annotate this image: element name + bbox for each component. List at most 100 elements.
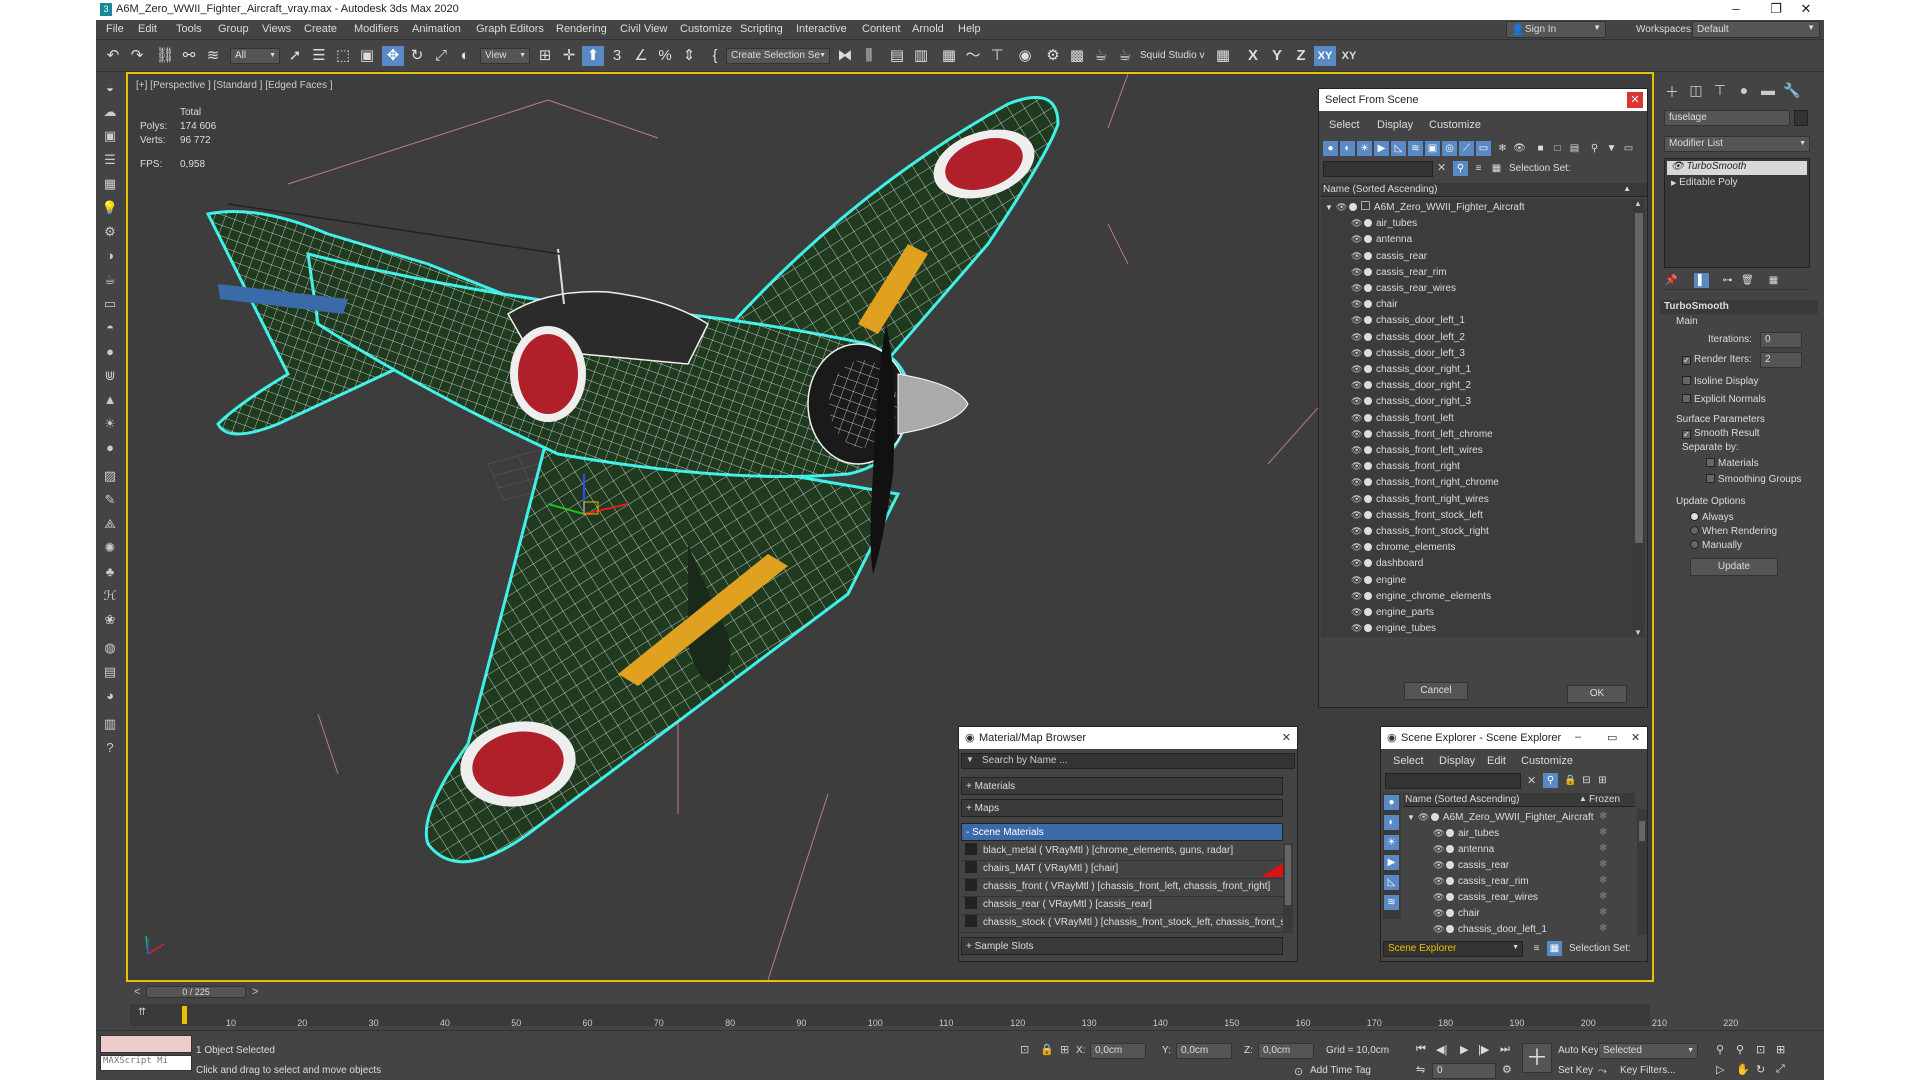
se-camera-icon[interactable]: ▶: [1384, 855, 1399, 870]
expand-icon[interactable]: ▶: [1671, 180, 1676, 187]
se-menu-display[interactable]: Display: [1439, 755, 1475, 767]
material-item[interactable]: black_metal ( VRayMtl ) [chrome_elements…: [961, 843, 1283, 861]
triangle-icon[interactable]: ⟁: [100, 514, 120, 534]
se-menu-customize[interactable]: Customize: [1521, 755, 1573, 767]
eye-icon[interactable]: 👁: [1351, 329, 1362, 345]
proxy-icon[interactable]: ▤: [100, 662, 120, 682]
list-item[interactable]: 👁 engine_tubes: [1321, 620, 1436, 636]
frozen-icon[interactable]: ❄: [1599, 921, 1607, 935]
render-setup-icon[interactable]: ⚙: [1042, 46, 1064, 66]
eye-icon[interactable]: 👁: [1351, 458, 1362, 474]
object-name-field[interactable]: fuselage: [1664, 110, 1790, 126]
se-find-input[interactable]: [1385, 773, 1521, 789]
light-filter-icon[interactable]: ☀: [1357, 141, 1372, 156]
maximize-viewport-icon[interactable]: ⤢: [1776, 1063, 1785, 1076]
eye-icon[interactable]: 👁: [1433, 921, 1444, 935]
render-iters-spinner[interactable]: 2: [1760, 352, 1802, 368]
search-input[interactable]: ▼ Search by Name ...: [961, 753, 1295, 769]
se-spacewarp-icon[interactable]: ≋: [1384, 895, 1399, 910]
menu-select[interactable]: Select: [1329, 119, 1360, 131]
settings-icon[interactable]: ⚙: [100, 222, 120, 242]
material-item[interactable]: chairs_MAT ( VRayMtl ) [chair]: [961, 861, 1283, 879]
always-radio[interactable]: Always: [1690, 512, 1734, 523]
frozen-icon[interactable]: ❄: [1599, 809, 1607, 825]
eye-icon[interactable]: 👁: [1418, 809, 1429, 825]
list-icon[interactable]: ☰: [100, 150, 120, 170]
se-selection-set-icon[interactable]: ▦: [1547, 941, 1562, 956]
make-unique-icon[interactable]: ⊶: [1720, 273, 1735, 288]
squid-studio-label[interactable]: Squid Studio v: [1140, 50, 1205, 61]
se-filter-icon[interactable]: ⚲: [1543, 773, 1558, 788]
prev-key-icon[interactable]: ◀|: [1436, 1043, 1447, 1056]
menu-customize[interactable]: Customize: [680, 23, 732, 35]
list-item[interactable]: 👁 chassis_door_right_2: [1321, 377, 1471, 393]
schematic-view-icon[interactable]: ⊤: [986, 46, 1008, 66]
list-item[interactable]: 👁 antenna: [1321, 231, 1412, 247]
help-icon[interactable]: ?: [100, 738, 120, 758]
dome-icon[interactable]: ◓: [100, 318, 120, 338]
plane-icon[interactable]: ▭: [100, 294, 120, 314]
clear-icon[interactable]: ✕: [1437, 161, 1446, 174]
auto-key-button[interactable]: Auto Key: [1558, 1045, 1599, 1056]
eye-icon[interactable]: 👁: [1433, 857, 1444, 873]
smoothing-groups-checkbox[interactable]: Smoothing Groups: [1706, 474, 1801, 485]
select-none-icon[interactable]: □: [1550, 141, 1565, 156]
tree-root-row[interactable]: ▼ 👁 A6M_Zero_WWII_Fighter_Aircraft: [1321, 199, 1525, 215]
frozen-icon[interactable]: ❄: [1599, 841, 1607, 857]
object-color-swatch[interactable]: [1794, 110, 1808, 126]
eye-icon[interactable]: 👁: [1351, 377, 1362, 393]
maxscript-listener[interactable]: [100, 1035, 192, 1053]
container-filter-icon[interactable]: ▭: [1476, 141, 1491, 156]
section-maps[interactable]: + Maps: [961, 799, 1283, 817]
snaps-toggle-icon[interactable]: 3: [606, 46, 628, 66]
hierarchy-tab-icon[interactable]: ⊤: [1710, 82, 1730, 102]
selection-set-icon[interactable]: ▦: [1489, 161, 1504, 176]
keyboard-shortcut-icon[interactable]: ⬆: [582, 46, 604, 66]
menu-rendering[interactable]: Rendering: [556, 23, 607, 35]
close-icon[interactable]: ✕: [1282, 731, 1291, 744]
ok-button[interactable]: OK: [1567, 685, 1627, 703]
eye-icon[interactable]: 👁: [1433, 889, 1444, 905]
se-light-icon[interactable]: ☀: [1384, 835, 1399, 850]
camera-filter-icon[interactable]: ▶: [1374, 141, 1389, 156]
se-hierarchy-icon[interactable]: ⊟: [1579, 773, 1594, 788]
eye-icon[interactable]: 👁: [1351, 410, 1362, 426]
menu-edit[interactable]: Edit: [138, 23, 157, 35]
list-item[interactable]: 👁 chassis_door_left_1: [1321, 312, 1465, 328]
list-item[interactable]: 👁 chassis_door_left_2: [1321, 329, 1465, 345]
eye-icon[interactable]: 👁: [1433, 825, 1444, 841]
eye-icon[interactable]: 👁: [1351, 345, 1362, 361]
motion-tab-icon[interactable]: ●: [1734, 82, 1754, 102]
eye-icon[interactable]: 👁: [1351, 280, 1362, 296]
expand-icon[interactable]: ▼: [1325, 203, 1333, 212]
eye-icon[interactable]: 👁: [1433, 905, 1444, 921]
eye-icon[interactable]: 👁: [1671, 161, 1684, 172]
when-rendering-radio[interactable]: When Rendering: [1690, 526, 1777, 537]
eye-icon[interactable]: 👁: [1351, 555, 1362, 571]
eye-icon[interactable]: 👁: [1351, 491, 1362, 507]
pivot-center-icon[interactable]: ⊞: [534, 46, 556, 66]
maxscript-input[interactable]: MAXScript Mi: [100, 1055, 192, 1071]
xref-filter-icon[interactable]: ◎: [1442, 141, 1457, 156]
eye-icon[interactable]: 👁: [1351, 312, 1362, 328]
close-icon[interactable]: ✕: [1631, 731, 1640, 744]
material-item[interactable]: chassis_front ( VRayMtl ) [chassis_front…: [961, 879, 1283, 897]
list-item[interactable]: 👁 chair: [1321, 296, 1398, 312]
section-materials[interactable]: + Materials: [961, 777, 1283, 795]
placement-icon[interactable]: ◐: [454, 46, 476, 66]
frozen-icon[interactable]: ❄: [1599, 825, 1607, 841]
scene-explorer-icon[interactable]: ▤: [886, 46, 908, 66]
axis-z-button[interactable]: Z: [1290, 46, 1312, 66]
redo-icon[interactable]: ↷: [126, 46, 148, 66]
select-scale-icon[interactable]: ⤢: [430, 46, 452, 66]
helper-filter-icon[interactable]: ◺: [1391, 141, 1406, 156]
select-manipulate-icon[interactable]: ✛: [558, 46, 580, 66]
list-item[interactable]: 👁 chassis_front_right_chrome: [1321, 474, 1499, 490]
materials-scrollbar[interactable]: [1283, 843, 1293, 933]
frozen-icon[interactable]: ❄: [1599, 857, 1607, 873]
play-icon[interactable]: ▶: [1460, 1043, 1468, 1056]
list-item[interactable]: 👁 cassis_rear_wires: [1321, 280, 1456, 296]
render-iterative-icon[interactable]: ☕: [1114, 46, 1136, 66]
list-item[interactable]: 👁 chassis_front_stock_right: [1321, 523, 1489, 539]
modifier-list-dropdown[interactable]: Modifier List ▼: [1664, 136, 1810, 152]
